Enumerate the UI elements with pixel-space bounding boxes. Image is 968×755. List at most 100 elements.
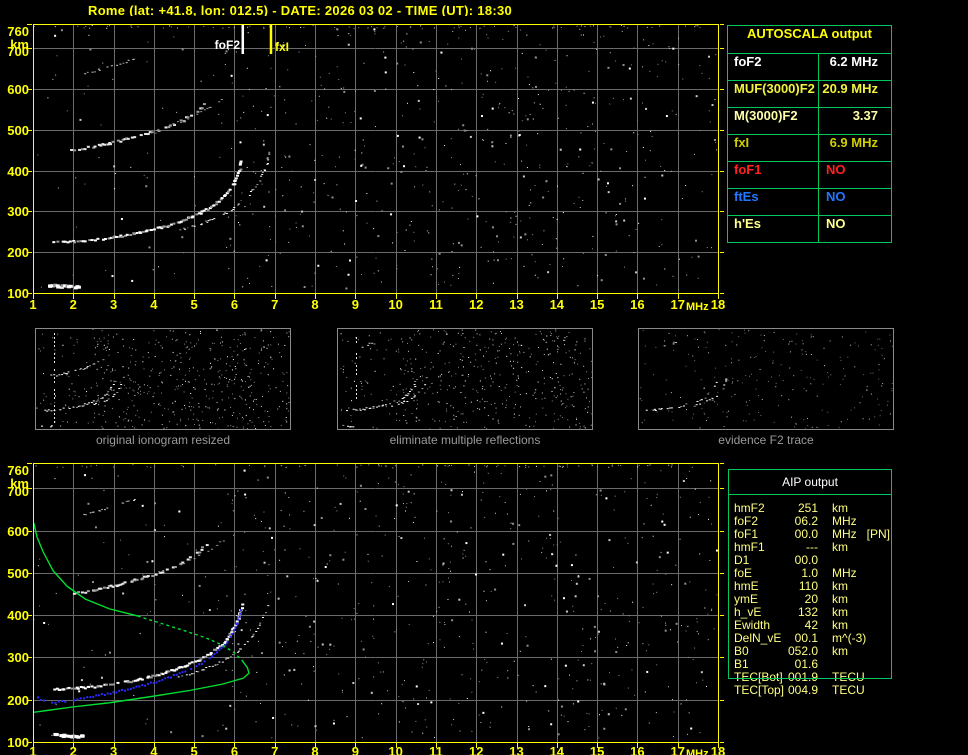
y-tick-label: 200 xyxy=(7,692,29,708)
aip-row-label: h_vE xyxy=(734,605,762,619)
aip-row: foE 1.0 MHz xyxy=(728,566,898,580)
aip-row-value: 132 xyxy=(797,605,818,619)
aip-row: foF1 00.0 MHz [PN] xyxy=(728,527,898,541)
x-tick-label: 11 xyxy=(429,744,443,755)
aip-row-value: 052.0 xyxy=(787,644,818,658)
aip-row-label: foF2 xyxy=(734,514,759,528)
aip-row-value: 20 xyxy=(804,592,818,606)
y-tick-label: 200 xyxy=(7,245,29,261)
x-tick-label: 9 xyxy=(351,744,359,755)
autoscala-row-value: 6.2 MHz xyxy=(829,54,878,69)
x-tick-label: 15 xyxy=(589,297,605,312)
aip-row-unit: km xyxy=(832,605,848,619)
x-tick-label: 12 xyxy=(469,297,484,312)
aip-row: hmE 110 km xyxy=(728,579,898,593)
x-tick-label: 4 xyxy=(150,297,158,312)
x-axis-unit: MHz xyxy=(686,301,709,313)
y-tick-label: 400 xyxy=(7,163,29,179)
aip-table-rows: hmF2 251 km foF2 06.2 MHz foF1 00.0 MHz [PN] hmF1 -… xyxy=(728,501,898,697)
fxi-marker-label: fxI xyxy=(275,40,290,54)
aip-row-value: 00.1 xyxy=(794,631,818,645)
aip-row-value: 00.0 xyxy=(794,553,818,567)
aip-row-label: D1 xyxy=(734,553,750,567)
thumbnail-caption-original: original ionogram resized xyxy=(95,433,231,447)
aip-table-bottom-border xyxy=(728,678,892,679)
y-tick-label: 600 xyxy=(7,82,29,98)
autoscala-row-value: NO xyxy=(826,189,846,204)
x-tick-label: 2 xyxy=(69,297,77,312)
autoscala-row-label: MUF(3000)F2 xyxy=(728,81,819,107)
autoscala-row: fxI 6.9 MHz xyxy=(728,135,891,162)
fof2-marker-label: foF2 xyxy=(214,38,240,52)
aip-row-unit: m^(-3) xyxy=(832,631,867,645)
aip-row: B1 01.6 xyxy=(728,657,898,671)
autoscala-row: h'Es NO xyxy=(728,216,891,242)
x-tick-label: 13 xyxy=(509,297,524,312)
thumbnail-evidence-canvas xyxy=(639,329,893,429)
thumbnail-eliminate-reflections xyxy=(337,328,593,430)
aip-row-unit: TECU xyxy=(832,683,865,697)
aip-row-unit: km xyxy=(832,501,848,515)
x-tick-label: 5 xyxy=(190,297,198,312)
aip-row: TEC[Top] 004.9 TECU xyxy=(728,683,898,697)
x-tick-label: 16 xyxy=(630,297,645,312)
aip-row-label: hmE xyxy=(734,579,759,593)
y-tick-label: 300 xyxy=(7,204,29,220)
aip-row: DelN_vE 00.1 m^(-3) xyxy=(728,631,898,645)
aip-row-unit: km xyxy=(832,644,848,658)
x-tick-label: 9 xyxy=(351,297,359,312)
aip-row-label: B1 xyxy=(734,657,749,671)
autoscala-row-label: foF1 xyxy=(728,162,819,188)
aip-row-unit: MHz xyxy=(832,527,857,541)
x-tick-label: 18 xyxy=(710,297,726,312)
aip-row-label: foE xyxy=(734,566,753,580)
aip-row-value: 004.9 xyxy=(787,683,819,697)
aip-row: ymE 20 km xyxy=(728,592,898,606)
x-tick-label: 3 xyxy=(109,744,118,755)
x-tick-label: 16 xyxy=(630,744,645,755)
aip-row-value: 001.9 xyxy=(787,670,818,684)
autoscala-output-table: AUTOSCALA output foF2 6.2 MHz MUF(3000)F2 2… xyxy=(727,25,892,243)
x-tick-label: 10 xyxy=(388,744,403,755)
autoscala-screen: Rome (lat: +41.8, lon: 012.5) - DATE: 20… xyxy=(0,0,968,755)
aip-row: h_vE 132 km xyxy=(728,605,898,619)
y-tick-label: 400 xyxy=(7,608,29,624)
x-axis-unit: MHz xyxy=(686,748,709,755)
x-tick-label: 10 xyxy=(388,297,403,312)
y-axis-unit: km xyxy=(10,37,29,52)
autoscala-row-label: M(3000)F2 xyxy=(728,108,819,134)
x-tick-label: 1 xyxy=(29,744,37,755)
aip-row-value: 06.2 xyxy=(794,514,818,528)
aip-row: TEC[Bot] 001.9 TECU xyxy=(728,670,898,684)
aip-row-unit: km xyxy=(832,579,848,593)
ionogram-bottom-canvas xyxy=(25,454,725,750)
autoscala-row-value: 6.9 MHz xyxy=(829,135,878,150)
aip-row-unit: km xyxy=(832,618,848,632)
aip-row-value: --- xyxy=(806,540,818,554)
aip-row-unit: km xyxy=(832,592,848,606)
aip-row-label: hmF1 xyxy=(734,540,765,554)
aip-row-unit: TECU xyxy=(832,670,865,684)
autoscala-row-label: foF2 xyxy=(728,54,819,80)
aip-row-value: 42 xyxy=(804,618,818,632)
y-tick-label: 500 xyxy=(7,122,29,138)
x-tick-label: 8 xyxy=(311,744,319,755)
autoscala-row-label: ftEs xyxy=(728,189,819,215)
aip-row-label: ymE xyxy=(734,592,758,606)
autoscala-table-title: AUTOSCALA output xyxy=(728,26,891,54)
autoscala-row-label: fxI xyxy=(728,135,819,161)
aip-row-unit: MHz xyxy=(832,514,857,528)
autoscala-row: MUF(3000)F2 20.9 MHz xyxy=(728,81,891,108)
thumbnail-evidence-f2 xyxy=(638,328,894,430)
aip-row-value: 1.0 xyxy=(801,566,818,580)
aip-row-label: Ewidth xyxy=(734,618,771,632)
aip-row-value: 251 xyxy=(797,501,818,515)
aip-row-label: TEC[Bot] xyxy=(734,670,783,684)
autoscala-row-label: h'Es xyxy=(728,216,819,242)
aip-row: foF2 06.2 MHz xyxy=(728,514,898,528)
autoscala-table-rows: foF2 6.2 MHz MUF(3000)F2 20.9 MHz M(3000)F2 3… xyxy=(728,54,891,242)
aip-row-unit: MHz xyxy=(832,566,857,580)
autoscala-row-value: NO xyxy=(826,216,846,231)
autoscala-row-value: 20.9 MHz xyxy=(822,81,878,96)
x-tick-label: 15 xyxy=(589,744,605,755)
